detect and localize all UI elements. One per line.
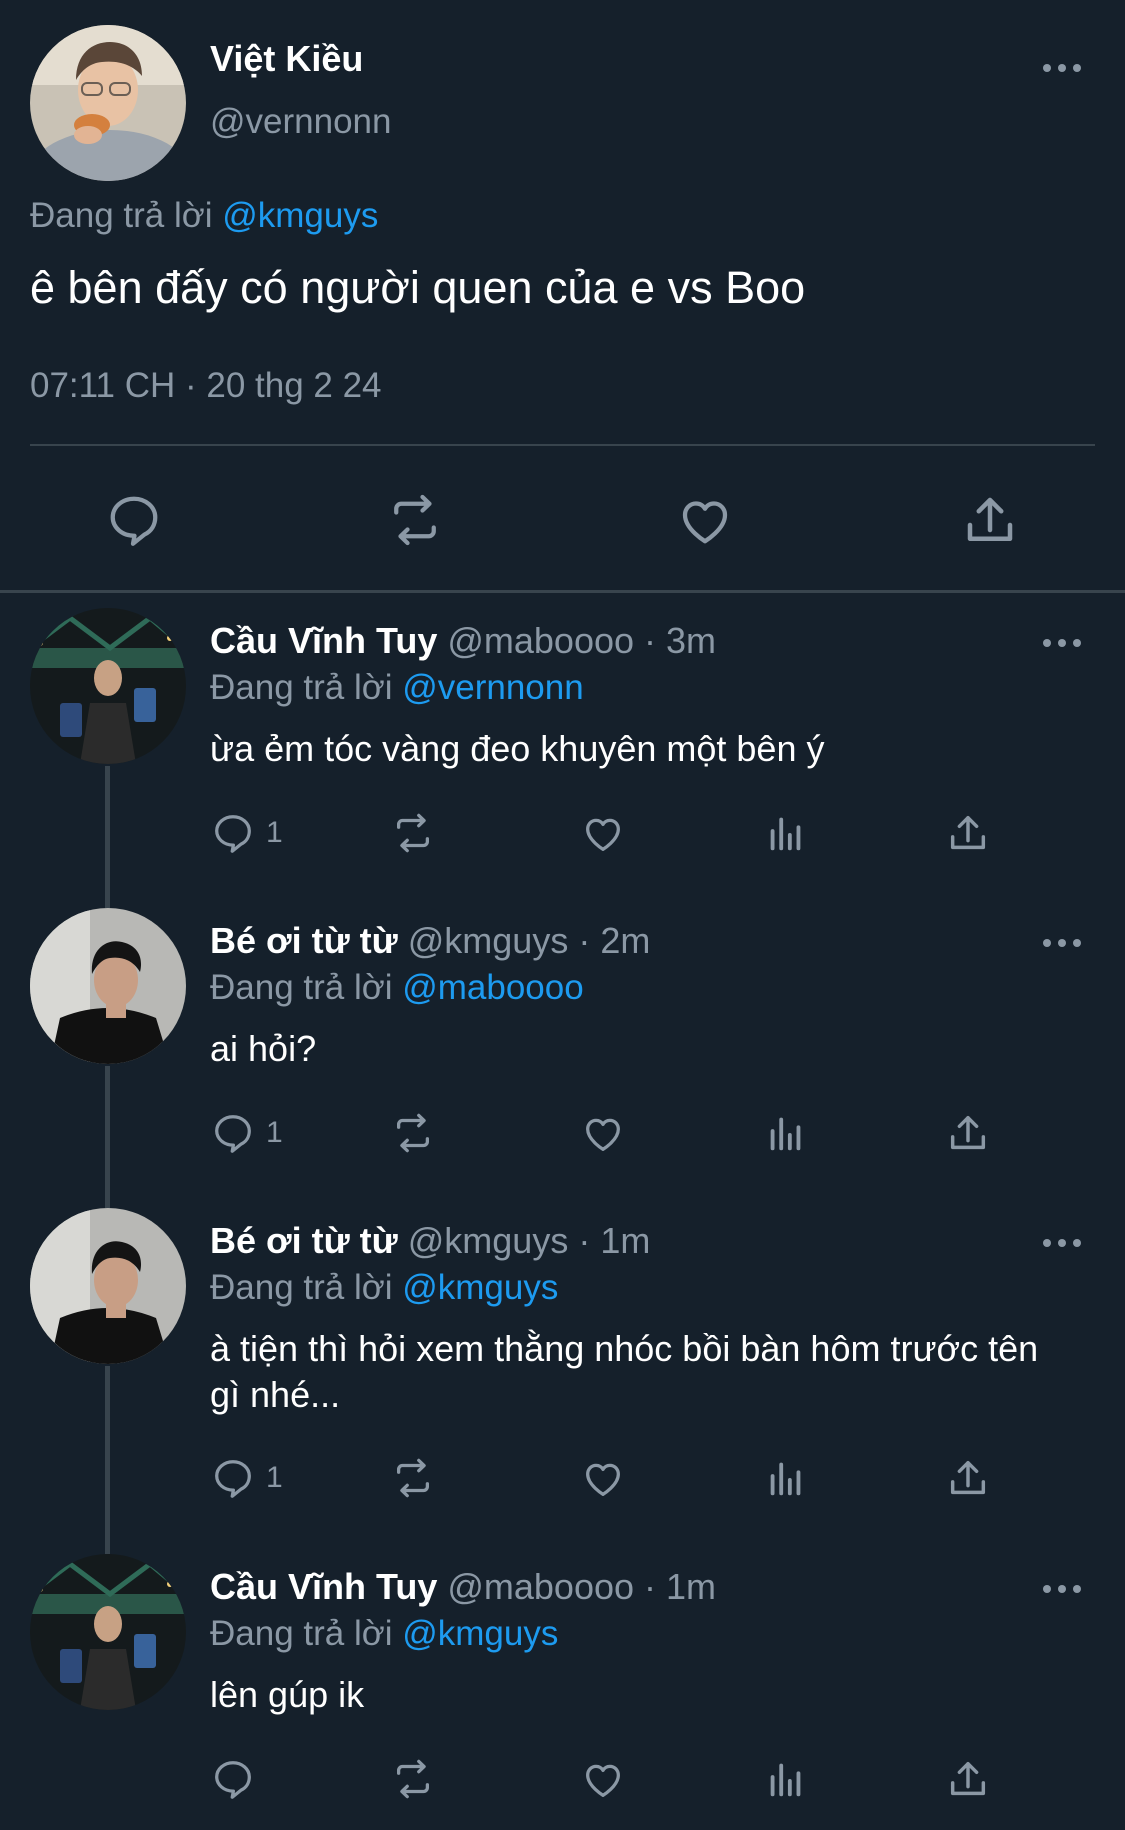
- action-bar: 1: [210, 1108, 1030, 1158]
- retweet-icon[interactable]: [390, 1754, 436, 1804]
- like-icon[interactable]: [580, 808, 626, 858]
- tweet-text: lên gúp ik: [210, 1674, 365, 1715]
- reply-icon[interactable]: [210, 1110, 256, 1156]
- reply-icon[interactable]: [210, 810, 256, 856]
- author-name[interactable]: Cầu Vĩnh Tuy: [210, 1566, 437, 1607]
- divider: [0, 590, 1125, 593]
- divider: [30, 444, 1095, 446]
- avatar[interactable]: [30, 1554, 186, 1710]
- avatar[interactable]: [30, 908, 186, 1064]
- retweet-icon[interactable]: [390, 808, 436, 858]
- more-icon[interactable]: [1040, 1576, 1084, 1602]
- like-icon[interactable]: [580, 1453, 626, 1503]
- replying-to: Đang trả lời @vernnonn: [210, 668, 584, 708]
- author-handle-time[interactable]: @maboooo · 1m: [447, 1566, 716, 1607]
- avatar[interactable]: [30, 25, 186, 181]
- like-icon[interactable]: [675, 490, 735, 550]
- main-tweet: Việt Kiều @vernnonn Đang trả lời @kmguys…: [0, 0, 1125, 590]
- replying-to: Đang trả lời @kmguys: [30, 196, 378, 236]
- replying-to: Đang trả lời @maboooo: [210, 968, 584, 1008]
- thread-line: [105, 766, 110, 908]
- replying-prefix: Đang trả lời: [30, 196, 213, 235]
- replying-to: Đang trả lời @kmguys: [210, 1268, 558, 1308]
- reply-button[interactable]: [210, 1754, 266, 1804]
- author-name[interactable]: Bé ơi từ từ: [210, 920, 398, 961]
- avatar[interactable]: [30, 1208, 186, 1364]
- tweet-text: ai hỏi?: [210, 1028, 317, 1069]
- thread-line: [105, 1366, 110, 1554]
- reply-button[interactable]: 1: [210, 1108, 283, 1158]
- more-icon[interactable]: [1040, 1230, 1084, 1256]
- replying-to-handle[interactable]: @kmguys: [402, 1614, 558, 1653]
- retweet-icon[interactable]: [390, 1453, 436, 1503]
- tweet-text: ừa ẻm tóc vàng đeo khuyên một bên ý: [210, 728, 825, 769]
- replying-prefix: Đang trả lời: [210, 1614, 393, 1653]
- retweet-icon[interactable]: [385, 490, 445, 550]
- views-icon[interactable]: [763, 808, 809, 858]
- thread-line: [105, 1066, 110, 1208]
- replying-to-handle[interactable]: @kmguys: [222, 196, 378, 235]
- reply-icon[interactable]: [210, 1756, 256, 1802]
- author-name[interactable]: Việt Kiều: [210, 38, 363, 80]
- share-icon[interactable]: [945, 1453, 991, 1503]
- tweet-timestamp[interactable]: 07:11 CH · 20 thg 2 24: [30, 366, 382, 406]
- more-icon[interactable]: [1040, 930, 1084, 956]
- action-bar: 1: [210, 1453, 1030, 1503]
- reply-count: 1: [266, 816, 283, 849]
- replying-to-handle[interactable]: @kmguys: [402, 1268, 558, 1307]
- replying-prefix: Đang trả lời: [210, 668, 393, 707]
- reply-icon[interactable]: [210, 1455, 256, 1501]
- tweet-text: ê bên đấy có người quen của e vs Boo: [30, 262, 806, 313]
- replying-to: Đang trả lời @kmguys: [210, 1614, 558, 1654]
- replying-prefix: Đang trả lời: [210, 1268, 393, 1307]
- retweet-icon[interactable]: [390, 1108, 436, 1158]
- share-icon[interactable]: [945, 1754, 991, 1804]
- action-bar: [210, 1754, 1030, 1804]
- views-icon[interactable]: [763, 1108, 809, 1158]
- views-icon[interactable]: [763, 1453, 809, 1503]
- tweet-text: à tiện thì hỏi xem thằng nhóc bồi bàn hô…: [210, 1328, 1039, 1415]
- author-name[interactable]: Cầu Vĩnh Tuy: [210, 620, 437, 661]
- action-bar: 1: [210, 808, 1030, 858]
- author-handle-time[interactable]: @maboooo · 3m: [447, 620, 716, 661]
- like-icon[interactable]: [580, 1754, 626, 1804]
- author-handle-time[interactable]: @kmguys · 1m: [408, 1220, 651, 1261]
- share-icon[interactable]: [945, 808, 991, 858]
- reply-count: 1: [266, 1461, 283, 1494]
- replying-prefix: Đang trả lời: [210, 968, 393, 1007]
- more-icon[interactable]: [1040, 630, 1084, 656]
- author-handle-time[interactable]: @kmguys · 2m: [408, 920, 651, 961]
- more-icon[interactable]: [1040, 55, 1084, 85]
- like-icon[interactable]: [580, 1108, 626, 1158]
- author-name[interactable]: Bé ơi từ từ: [210, 1220, 398, 1261]
- replying-to-handle[interactable]: @vernnonn: [402, 668, 583, 707]
- replying-to-handle[interactable]: @maboooo: [402, 968, 583, 1007]
- reply-count: 1: [266, 1116, 283, 1149]
- reply-button[interactable]: 1: [210, 1453, 283, 1503]
- reply-button[interactable]: 1: [210, 808, 283, 858]
- views-icon[interactable]: [763, 1754, 809, 1804]
- avatar[interactable]: [30, 608, 186, 764]
- author-handle[interactable]: @vernnonn: [210, 102, 391, 142]
- reply-icon[interactable]: [104, 490, 164, 550]
- share-icon[interactable]: [945, 1108, 991, 1158]
- share-icon[interactable]: [960, 490, 1020, 550]
